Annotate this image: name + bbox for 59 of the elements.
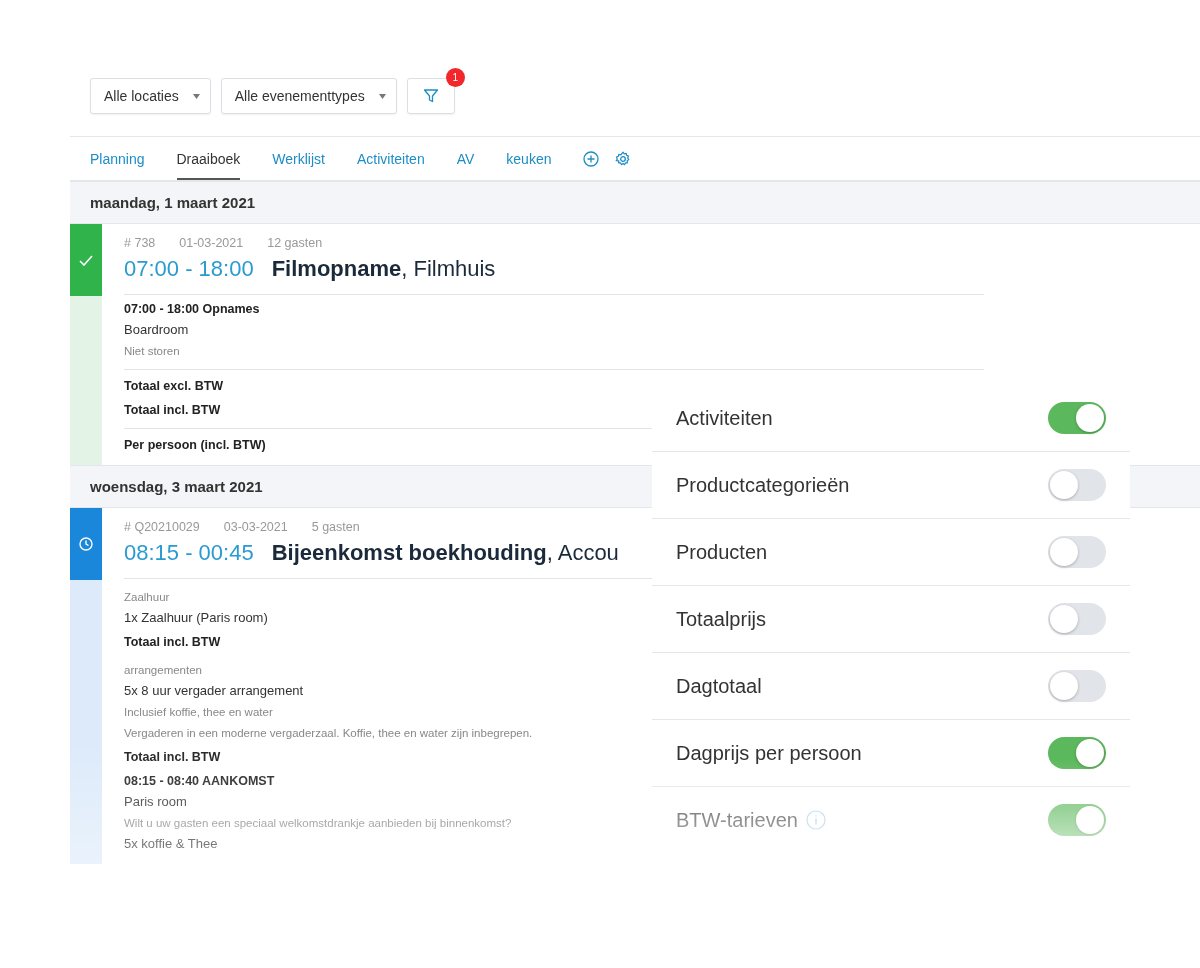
section-label: arrangementen <box>124 663 202 678</box>
event-title: Bijeenkomst boekhouding, Accou <box>271 540 619 566</box>
item-heading: Totaal excl. BTW <box>124 378 224 395</box>
item-note: Niet storen <box>124 344 180 359</box>
item-heading: Totaal incl. BTW <box>124 749 221 766</box>
event-title: Filmopname, Filmhuis <box>271 256 496 282</box>
tab[interactable]: Activiteiten <box>356 137 425 180</box>
day-header: maandag, 1 maart 2021 <box>70 181 1200 224</box>
item-text: 5x koffie & Thee <box>124 835 218 853</box>
event-time: 07:00 - 18:00 <box>124 256 254 282</box>
toggle-switch[interactable] <box>1048 670 1106 702</box>
event-date: 01-03-2021 <box>179 236 244 250</box>
toggle-switch[interactable] <box>1048 469 1106 501</box>
tab[interactable]: Werklijst <box>272 137 325 180</box>
filter-button[interactable] <box>406 78 455 114</box>
setting-label: Activiteiten <box>676 406 773 430</box>
item-heading: 08:15 - 08:40 AANKOMST <box>124 773 275 790</box>
check-icon <box>79 254 93 266</box>
event-time: 08:15 - 00:45 <box>124 540 254 566</box>
guest-count: 12 gasten <box>267 236 323 250</box>
item-heading: Totaal incl. BTW <box>124 634 221 651</box>
setting-label: Dagtotaal <box>676 674 762 698</box>
event-number: # Q20210029 <box>124 520 200 534</box>
filter-dropdown[interactable]: Alle locaties <box>90 78 211 114</box>
setting-label: Totaalprijs <box>676 607 767 631</box>
toggle-switch[interactable] <box>1048 804 1106 836</box>
item-heading: 07:00 - 18:00 Opnames <box>124 301 260 318</box>
toggle-switch[interactable] <box>1048 603 1106 635</box>
clock-icon <box>79 537 93 551</box>
toggle-switch[interactable] <box>1048 536 1106 568</box>
tab[interactable]: Planning <box>90 137 145 180</box>
filter-dropdown[interactable]: Alle evenementtypes <box>220 78 397 114</box>
toggle-switch[interactable] <box>1048 737 1106 769</box>
add-icon[interactable] <box>583 150 600 167</box>
event-number: # 738 <box>124 236 156 250</box>
setting-label: Productcategorieën <box>676 473 850 497</box>
item-note: Vergaderen in een moderne vergaderzaal. Koffie, thee en water zijn inbegrepen. <box>124 726 533 741</box>
setting-label: BTW-tarieven <box>676 808 798 832</box>
item-text: 1x Zaalhuur (Paris room) <box>124 609 268 627</box>
tab[interactable]: AV <box>456 137 475 180</box>
item-note: Wilt u uw gasten een speciaal welkomstdrankje aanbieden bij binnenkomst? <box>124 816 512 831</box>
toggle-switch[interactable] <box>1048 402 1106 434</box>
caret-icon <box>378 93 386 99</box>
notification-badge: 1 <box>445 68 465 87</box>
funnel-icon <box>422 88 439 104</box>
item-text: Boardroom <box>124 321 189 339</box>
guest-count: 5 gasten <box>311 520 360 534</box>
event-date: 03-03-2021 <box>223 520 288 534</box>
item-text: 5x 8 uur vergader arrangement <box>124 682 304 700</box>
tab[interactable]: keuken <box>506 137 552 180</box>
settings-icon[interactable] <box>615 150 632 167</box>
section-label: Zaalhuur <box>124 590 170 605</box>
caret-icon <box>192 93 200 99</box>
item-heading: Per persoon (incl. BTW) <box>124 437 266 454</box>
item-text: Paris room <box>124 793 187 811</box>
item-heading: Totaal incl. BTW <box>124 402 221 419</box>
setting-label: Producten <box>676 540 768 564</box>
item-note: Inclusief koffie, thee en water <box>124 705 273 720</box>
setting-label: Dagprijs per persoon <box>676 741 862 765</box>
